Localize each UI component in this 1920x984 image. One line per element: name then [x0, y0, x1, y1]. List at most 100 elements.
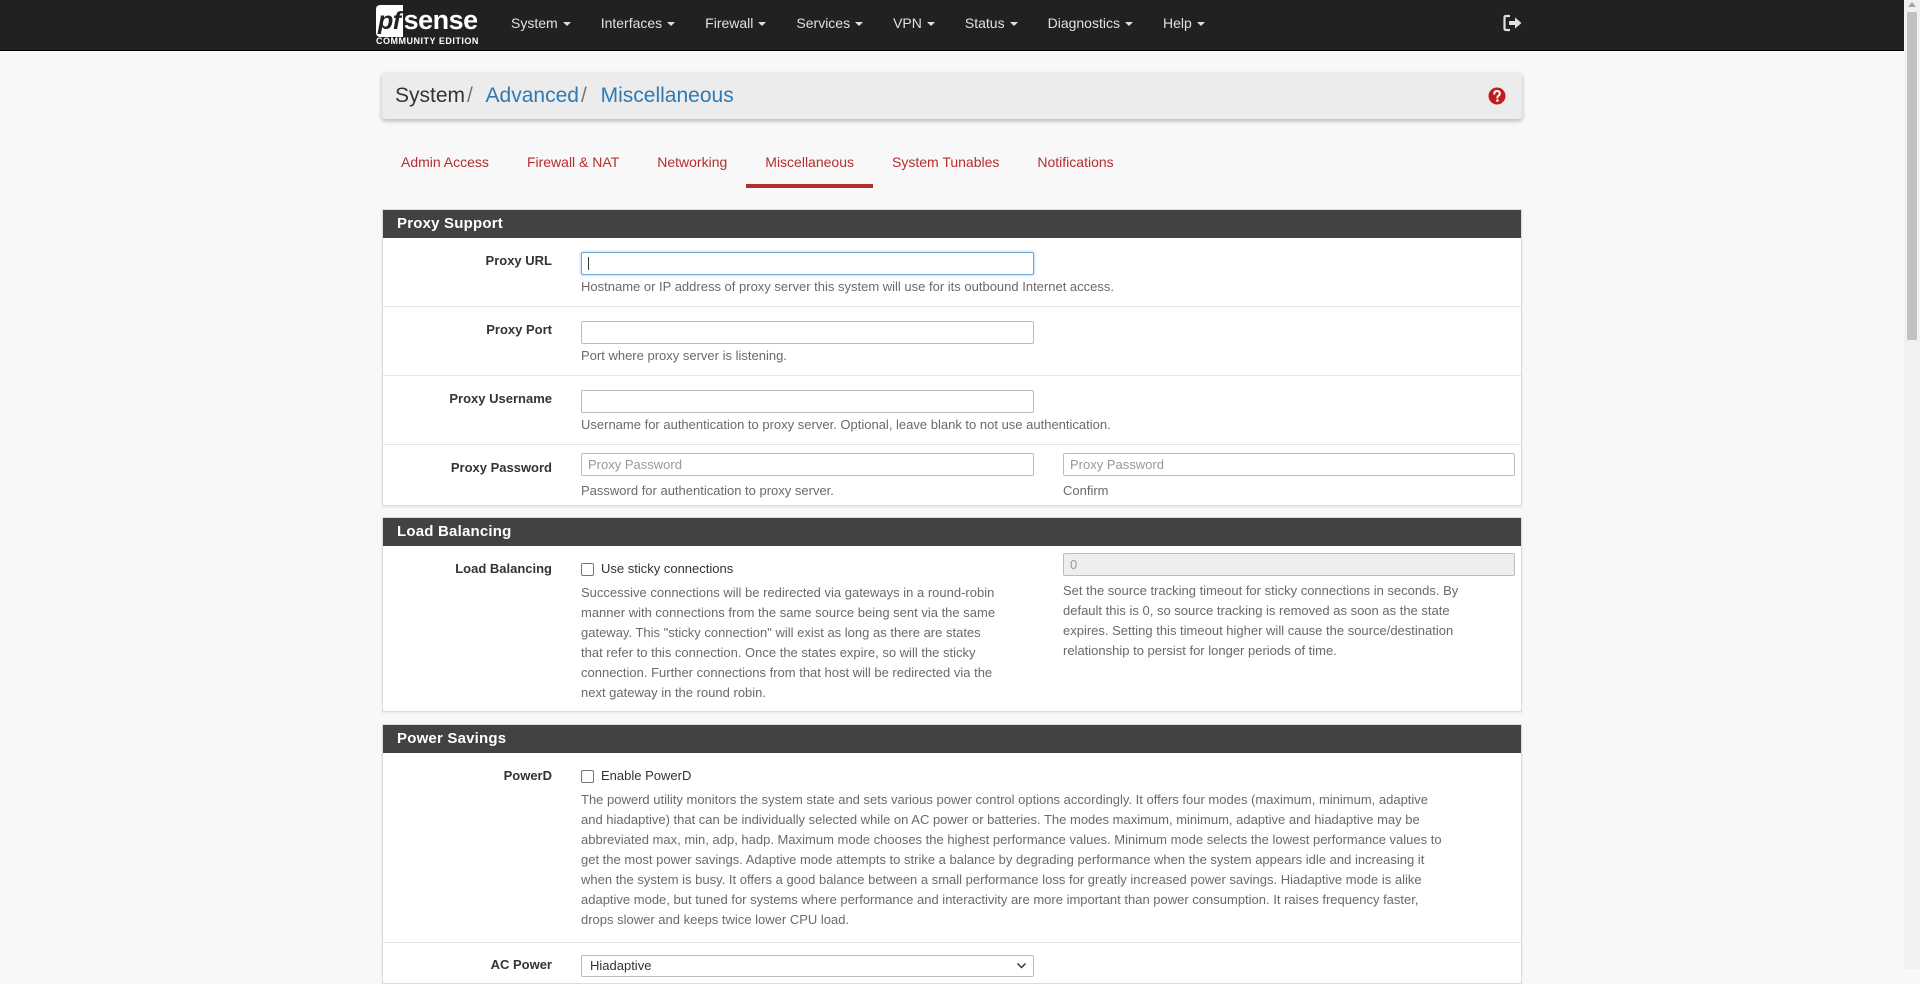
field-label: PowerD: [503, 768, 552, 783]
proxy-port-row: Proxy Port Port where proxy server is li…: [383, 307, 1521, 376]
help-line: next gateway in the round robin.: [581, 685, 767, 700]
field-label: Proxy Password: [450, 460, 552, 475]
ac-power-select[interactable]: Hiadaptive: [581, 955, 1034, 977]
question-circle-icon[interactable]: [1488, 87, 1506, 105]
help-text: Password for authentication to proxy ser…: [581, 483, 834, 498]
breadcrumb-bar: System/ Advanced/ Miscellaneous: [382, 73, 1522, 119]
field-label: Proxy Username: [449, 391, 552, 406]
tab-notifications[interactable]: Notifications: [1018, 140, 1132, 188]
proxy-password-confirm-input[interactable]: [1063, 453, 1515, 476]
breadcrumb-separator: /: [467, 84, 473, 107]
main-menu: System Interfaces Firewall Services VPN …: [496, 0, 1220, 46]
nav-help[interactable]: Help: [1148, 0, 1220, 46]
source-tracking-timeout-input[interactable]: [1063, 553, 1515, 576]
nav-label: Help: [1162, 15, 1192, 31]
ac-power-row: AC Power Hiadaptive: [383, 943, 1521, 983]
nav-services[interactable]: Services: [781, 0, 878, 46]
proxy-password-input[interactable]: [581, 453, 1034, 476]
nav-label: System: [511, 15, 558, 31]
text-cursor: [588, 257, 589, 270]
breadcrumb: System/ Advanced/ Miscellaneous: [395, 83, 734, 109]
logo-edition: COMMUNITY EDITION: [376, 36, 479, 46]
field-label: AC Power: [490, 957, 552, 972]
checkbox-label[interactable]: Use sticky connections: [601, 561, 733, 577]
nav-label: Status: [964, 15, 1005, 31]
help-line: adaptive mode, but tuned for systems whe…: [581, 892, 1419, 907]
help-text: Port where proxy server is listening.: [581, 348, 787, 363]
help-line: connection. Further connections from tha…: [581, 665, 993, 680]
proxy-port-input[interactable]: [581, 321, 1034, 344]
caret-down-icon: [667, 22, 676, 27]
help-line: abbreviated max, min, adp, hadp. Maximum…: [581, 832, 1442, 847]
breadcrumb-advanced[interactable]: Advanced: [486, 84, 579, 107]
chevron-down-icon: [1016, 962, 1027, 969]
nav-interfaces[interactable]: Interfaces: [586, 0, 690, 46]
nav-label: Diagnostics: [1047, 15, 1120, 31]
field-label: Proxy URL: [485, 253, 552, 268]
confirm-help-text: Confirm: [1063, 483, 1109, 498]
sign-out-icon[interactable]: [1503, 14, 1523, 32]
logo-wordmark: pf sense: [376, 4, 478, 37]
help-text: Username for authentication to proxy ser…: [581, 417, 1111, 432]
help-line: expires. Setting this timeout higher wil…: [1063, 623, 1454, 638]
nav-status[interactable]: Status: [950, 0, 1033, 46]
help-line: drops slower and keeps twice lower CPU l…: [581, 912, 850, 927]
help-line: The powerd utility monitors the system s…: [581, 792, 1429, 807]
settings-tabs: Admin Access Firewall & NAT Networking M…: [382, 140, 1133, 188]
tab-admin-access[interactable]: Admin Access: [382, 140, 508, 188]
proxy-url-row: Proxy URL Hostname or IP address of prox…: [383, 238, 1521, 307]
nav-diagnostics[interactable]: Diagnostics: [1033, 0, 1148, 46]
proxy-password-row: Proxy Password Password for authenticati…: [383, 445, 1521, 506]
proxy-support-panel: Proxy Support Proxy URL Hostname or IP a…: [382, 209, 1522, 506]
enable-powerd-checkbox[interactable]: [581, 770, 594, 783]
help-line: when the system is busy. It offers a goo…: [581, 872, 1422, 887]
tab-networking[interactable]: Networking: [638, 140, 746, 188]
nav-label: VPN: [893, 15, 922, 31]
sticky-connections-checkbox[interactable]: [581, 563, 594, 576]
load-balancing-row: Load Balancing Use sticky connections Su…: [383, 546, 1521, 711]
breadcrumb-separator: /: [580, 84, 587, 107]
panel-heading: Power Savings: [383, 725, 1521, 753]
load-balancing-panel: Load Balancing Load Balancing Use sticky…: [382, 517, 1522, 712]
tab-miscellaneous[interactable]: Miscellaneous: [746, 140, 873, 188]
timeout-help-text: Set the source tracking timeout for stic…: [1063, 581, 1458, 661]
breadcrumb-system: System: [395, 84, 466, 107]
field-label: Load Balancing: [455, 561, 552, 576]
select-value: Hiadaptive: [590, 958, 652, 973]
nav-system[interactable]: System: [496, 0, 586, 46]
caret-down-icon: [562, 22, 571, 27]
sticky-help-text: Successive connections will be redirecte…: [581, 583, 995, 703]
caret-down-icon: [1124, 22, 1133, 27]
help-line: and hiadaptive) that can be individually…: [581, 812, 1420, 827]
proxy-username-input[interactable]: [581, 390, 1034, 413]
help-text: Hostname or IP address of proxy server t…: [581, 279, 1114, 294]
caret-down-icon: [855, 22, 864, 27]
caret-down-icon: [758, 22, 767, 27]
help-line: gateway. This "sticky connection" will e…: [581, 625, 981, 640]
checkbox-label[interactable]: Enable PowerD: [601, 768, 691, 784]
nav-vpn[interactable]: VPN: [878, 0, 950, 46]
powerd-help-text: The powerd utility monitors the system s…: [581, 790, 1442, 930]
help-line: manner with connections from the same so…: [581, 605, 996, 620]
help-line: that refer to this connection. Once the …: [581, 645, 976, 660]
breadcrumb-miscellaneous[interactable]: Miscellaneous: [601, 84, 734, 107]
help-line: get the most power savings. Adaptive mod…: [581, 852, 1425, 867]
tab-firewall-nat[interactable]: Firewall & NAT: [508, 140, 638, 188]
help-line: default this is 0, so source tracking is…: [1063, 603, 1450, 618]
nav-label: Services: [796, 15, 851, 31]
tab-system-tunables[interactable]: System Tunables: [873, 140, 1018, 188]
logo-suffix: sense: [403, 5, 479, 35]
scroll-up-arrow-icon[interactable]: [1908, 2, 1916, 7]
nav-firewall[interactable]: Firewall: [690, 0, 781, 46]
proxy-url-input[interactable]: [581, 252, 1034, 275]
proxy-username-row: Proxy Username Username for authenticati…: [383, 376, 1521, 445]
help-line: Set the source tracking timeout for stic…: [1063, 583, 1459, 598]
nav-label: Firewall: [705, 15, 754, 31]
caret-down-icon: [1196, 22, 1205, 27]
scrollbar-thumb[interactable]: [1907, 12, 1917, 340]
nav-label: Interfaces: [600, 15, 663, 31]
panel-heading: Load Balancing: [383, 518, 1521, 546]
pfsense-logo[interactable]: pf sense COMMUNITY EDITION: [376, 4, 484, 48]
caret-down-icon: [926, 22, 935, 27]
logo-prefix: pf: [376, 5, 403, 37]
